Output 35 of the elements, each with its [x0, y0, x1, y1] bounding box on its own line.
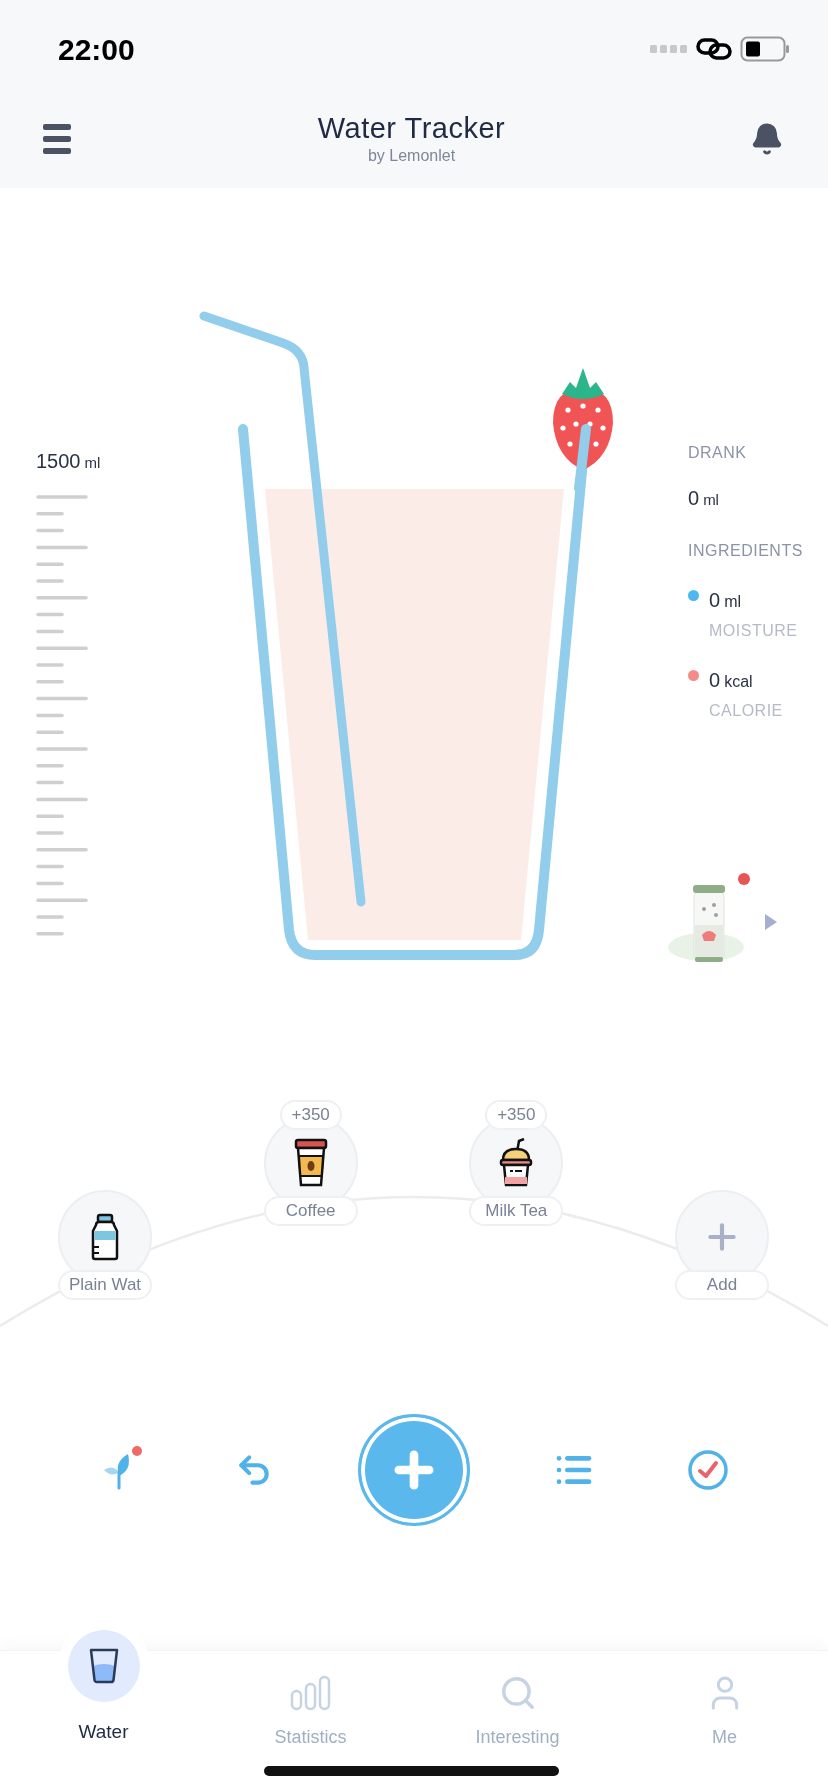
ingredient-label: CALORIE [709, 701, 783, 721]
glass-icon [88, 1648, 119, 1684]
battery-icon [740, 36, 790, 62]
menu-button[interactable] [43, 122, 73, 156]
drink-option[interactable]: +350 Milk Tea [466, 1100, 567, 1300]
ingredient-value: 0 [709, 588, 721, 613]
tab[interactable]: Water [0, 1610, 207, 1792]
status-time: 22:00 [58, 31, 135, 68]
ingredient-label: MOISTURE [709, 621, 798, 641]
drank-value: 0 [688, 486, 700, 511]
app-title: Water Tracker [317, 111, 506, 145]
signal-icon [650, 45, 688, 53]
bar-chart-icon [289, 1675, 332, 1711]
ingredient-unit: kcal [724, 672, 753, 692]
ingredient-value: 0 [709, 668, 721, 693]
ingredient-unit: ml [724, 592, 741, 612]
coffee-cup-icon [293, 1138, 328, 1188]
tab[interactable]: Me [621, 1610, 828, 1792]
scale-unit: ml [84, 453, 101, 473]
scale-value: 1500 [36, 449, 81, 474]
amount-badge: +350 [485, 1100, 548, 1130]
notification-icon[interactable] [750, 122, 784, 156]
ingredients-label: INGREDIENTS [688, 541, 804, 561]
milk-tea-cup-icon [499, 1138, 534, 1188]
tab[interactable]: Statistics [207, 1610, 414, 1792]
amount-badge: +350 [279, 1100, 342, 1130]
app-subtitle: by Lemonlet [367, 146, 456, 166]
drank-label: DRANK [688, 443, 748, 463]
bottle-icon [90, 1213, 120, 1261]
tab[interactable]: Interesting [414, 1610, 621, 1792]
drink-option[interactable]: +350 Coffee [260, 1100, 361, 1300]
drank-unit: ml [703, 490, 719, 510]
link-icon [696, 37, 732, 61]
play-icon[interactable] [764, 913, 778, 931]
check-circle-icon [687, 1449, 729, 1491]
